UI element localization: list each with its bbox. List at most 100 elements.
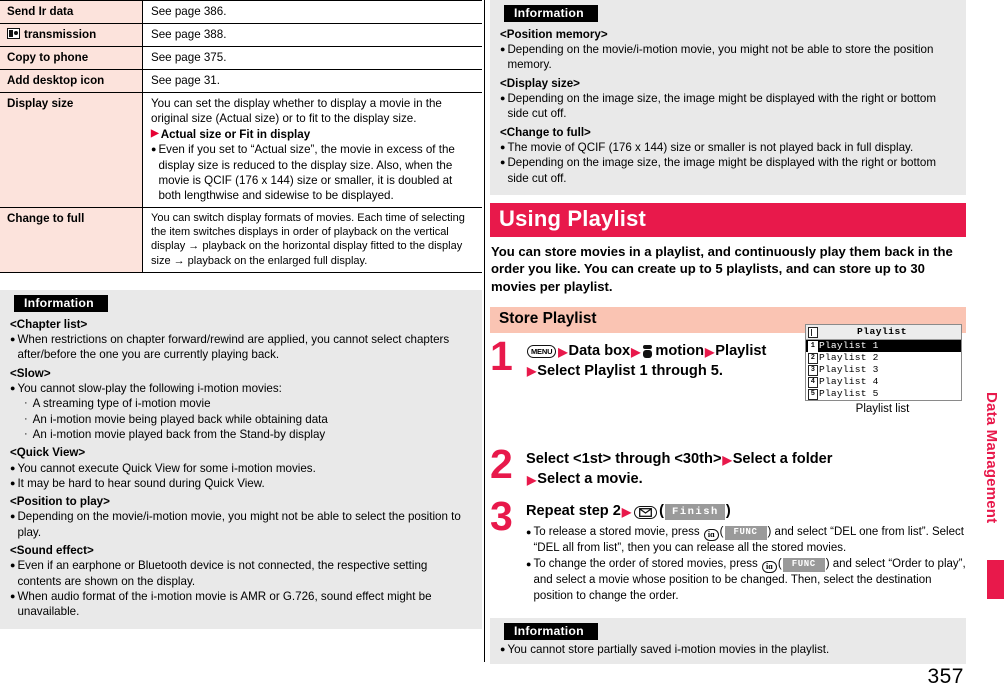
table-term: Send Ir data (0, 0, 143, 24)
bullet-dot-icon: ● (500, 157, 506, 168)
list-item-number: 5 (808, 388, 818, 400)
table-term: Display size (0, 92, 143, 208)
i-motion-icon (643, 345, 653, 359)
table-desc: You can set the display whether to displ… (142, 92, 482, 208)
step-2: 2 Select <1st> through <30th> ▶ Select a… (490, 444, 966, 490)
info-bullet-text: You cannot execute Quick View for some i… (17, 461, 316, 475)
side-tab-label: Data Management (983, 392, 1000, 524)
info-group-heading: <Display size> (500, 76, 580, 90)
info-bullet: ● Even if an earphone or Bluetooth devic… (10, 558, 472, 589)
list-item[interactable]: 3 Playlist 3 (806, 364, 961, 376)
information-tag: Information (504, 5, 598, 22)
section-heading: Using Playlist (490, 203, 966, 237)
step-number: 2 (490, 441, 513, 488)
step-text-select-nth: Select <1st> through <30th> (526, 451, 722, 468)
step-text-select-folder: Select a folder (732, 451, 833, 468)
desc-bullet: ● Even if you set to “Actual size”, the … (151, 142, 472, 202)
info-bullet: ● Depending on the image size, the image… (500, 91, 956, 122)
info-group-heading: <Quick View> (10, 446, 86, 460)
func-soft-key-label[interactable]: FUNC (724, 525, 767, 540)
list-item-label: Playlist 3 (819, 364, 879, 376)
table-desc: You can switch display formats of movies… (142, 207, 482, 273)
step-line: Repeat step 2 ▶ ( Finish ) (526, 502, 966, 522)
desc-subheading-label: Actual size or Fit in display (160, 128, 311, 142)
phone-screen-mock: Playlist 1 Playlist 1 2 Playlist 2 3 Pla… (805, 324, 962, 416)
list-item-number: 4 (808, 376, 818, 388)
info-bullet: ● Depending on the image size, the image… (500, 155, 956, 186)
bullet-dot-icon: ● (10, 477, 16, 488)
info-group-heading: <Chapter list> (10, 317, 88, 331)
bullet-dot-icon: ● (10, 591, 16, 602)
info-bullet: ● When audio format of the i-motion movi… (10, 589, 472, 620)
list-item[interactable]: 4 Playlist 4 (806, 376, 961, 388)
info-group-heading: <Slow> (10, 366, 51, 380)
paren-open: ( (719, 525, 724, 538)
bullet-dot-icon: ● (500, 141, 506, 152)
triangle-bullet-icon: ▶ (527, 364, 537, 379)
info-bullet-text: When audio format of the i-motion movie … (17, 590, 432, 619)
step-bullet-pre: To release a stored movie, press (533, 525, 700, 538)
desc-subheading: ▶ Actual size or Fit in display (151, 127, 472, 142)
page-number: 357 (927, 665, 964, 688)
info-bullet: ● Depending on the movie/i-motion movie,… (500, 42, 956, 73)
step-text-select-playlist: Select Playlist 1 through 5. (537, 362, 723, 379)
step-text-repeat: Repeat step 2 (526, 503, 621, 520)
ic-card-icon (7, 28, 20, 40)
side-tab-marker (987, 560, 1004, 599)
information-box-right-top: Information <Position memory> ● Dependin… (490, 0, 966, 196)
manual-page: Send Ir data See page 386. transmission … (0, 0, 1004, 697)
info-bullet-text: It may be hard to hear sound during Quic… (17, 476, 265, 490)
bullet-dot-icon: ● (500, 643, 506, 654)
finish-soft-key-label[interactable]: Finish (665, 503, 725, 521)
step-line: Select <1st> through <30th> ▶ Select a f… (526, 450, 966, 470)
bullet-dot-icon: ● (500, 92, 506, 103)
info-bullet-text: The movie of QCIF (176 x 144) size or sm… (507, 140, 914, 154)
triangle-bullet-icon: ▶ (621, 504, 632, 519)
triangle-bullet-icon: ▶ (705, 344, 715, 359)
bullet-dot-icon: ● (526, 526, 532, 537)
list-item-number: 1 (808, 340, 818, 352)
info-bullet: ● You cannot execute Quick View for some… (10, 461, 472, 476)
mail-key-icon[interactable] (634, 505, 658, 519)
table-desc: See page 31. (142, 69, 482, 93)
triangle-bullet-icon: ▶ (151, 128, 159, 140)
info-subitem-text: A streaming type of i-motion movie (32, 397, 211, 411)
i-alpha-key-icon[interactable]: iɑ (703, 528, 719, 541)
information-tag: Information (504, 622, 598, 640)
table-term: Copy to phone (0, 46, 143, 70)
desc-text: See page 31. (151, 74, 220, 88)
info-group-heading: <Sound effect> (10, 544, 94, 558)
screen-title-label: Playlist (856, 326, 908, 337)
info-group-heading: <Position to play> (10, 495, 110, 509)
i-alpha-key-icon[interactable]: iɑ (762, 561, 777, 574)
desc-text: See page 386. (151, 5, 227, 18)
func-soft-key-label[interactable]: FUNC (782, 558, 825, 573)
spec-table: Send Ir data See page 386. transmission … (0, 0, 482, 273)
info-bullet: ● The movie of QCIF (176 x 144) size or … (500, 140, 956, 155)
list-item-label: Playlist 5 (819, 388, 879, 400)
step-number: 3 (490, 493, 513, 540)
table-row: Add desktop icon See page 31. (0, 69, 482, 93)
left-column: Send Ir data See page 386. transmission … (0, 0, 482, 697)
desc-text: You can set the display whether to displ… (151, 97, 442, 126)
right-column: Information <Position memory> ● Dependin… (490, 0, 966, 697)
table-term: transmission (0, 23, 143, 47)
info-subitem-text: An i-motion movie being played back whil… (32, 412, 328, 426)
desc-text: See page 388. (151, 28, 227, 42)
info-bullet-text: Depending on the image size, the image m… (507, 91, 937, 121)
bullet-dot-icon: ● (151, 144, 157, 155)
paren-close: ) (725, 503, 731, 520)
bullet-dot-icon: ● (10, 511, 16, 522)
info-bullet: ● Depending on the movie/i-motion movie,… (10, 509, 472, 540)
info-bullet-text: You cannot slow-play the following i-mot… (17, 381, 282, 395)
list-item[interactable]: 2 Playlist 2 (806, 352, 961, 364)
step-number: 1 (490, 332, 513, 379)
step-bullet: ● To release a stored movie, press iɑ(FU… (526, 525, 966, 556)
phone-mock-caption: Playlist list (855, 403, 910, 416)
list-item[interactable]: 1 Playlist 1 (806, 340, 961, 353)
list-item[interactable]: 5 Playlist 5 (806, 388, 961, 400)
table-row: Copy to phone See page 375. (0, 46, 482, 70)
menu-key-icon[interactable]: MENU (527, 345, 557, 358)
info-bullet-text: Even if an earphone or Bluetooth device … (17, 559, 428, 588)
table-term: Change to full (0, 207, 143, 273)
